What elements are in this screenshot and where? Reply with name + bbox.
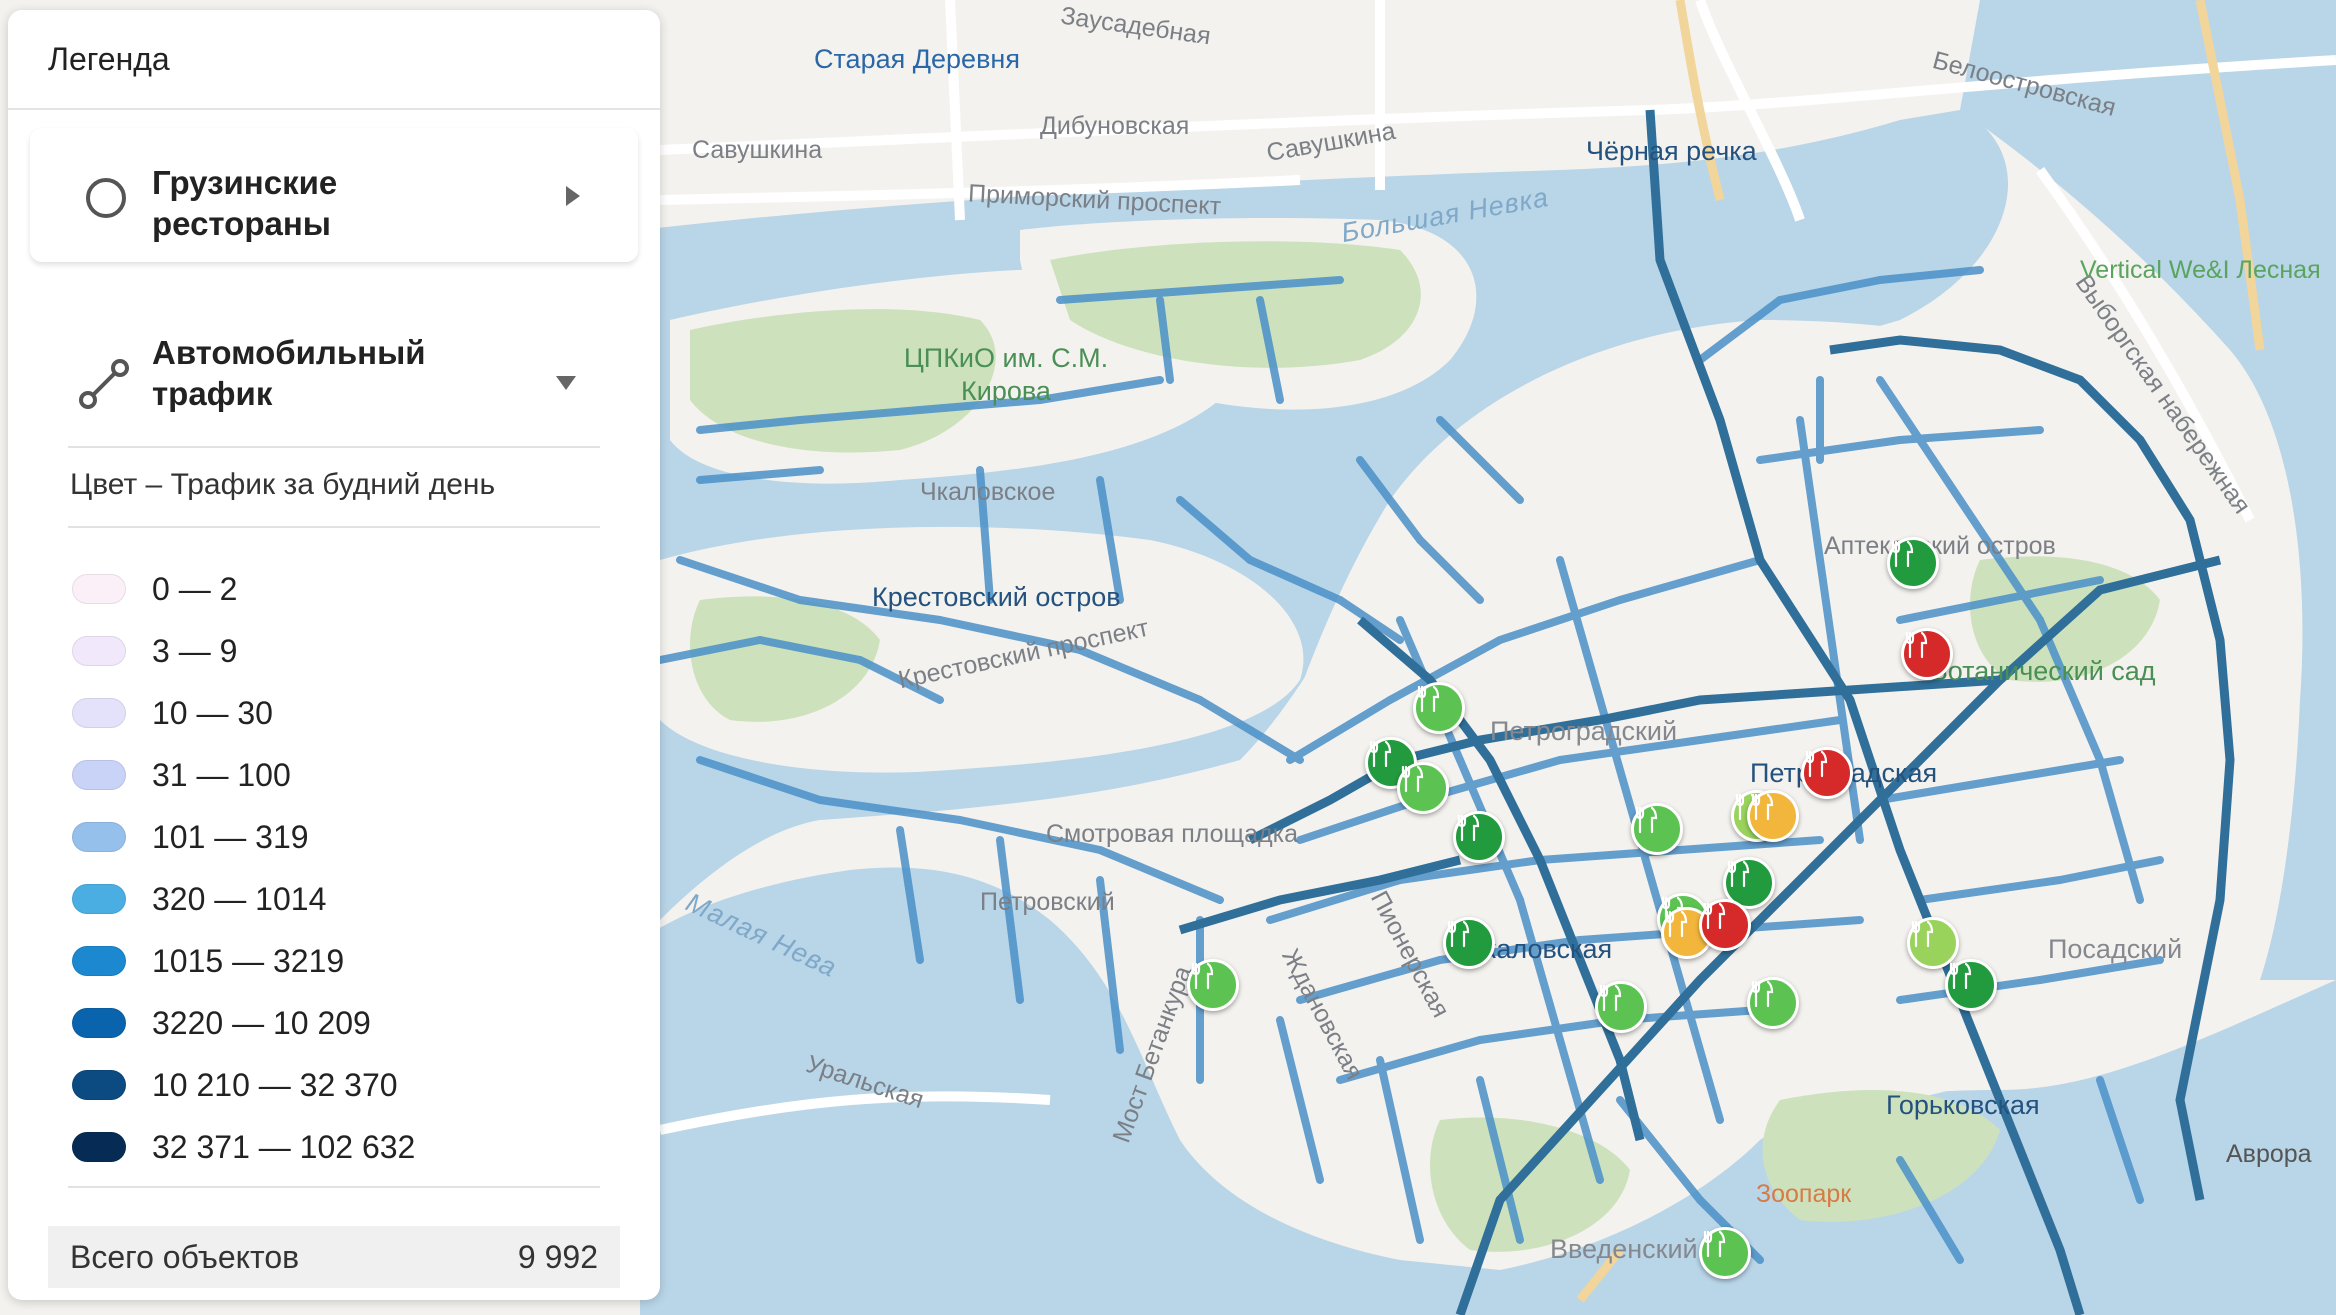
restaurant-marker[interactable] [1747,977,1799,1029]
legend-bin: 10 — 30 [72,682,415,744]
fork-knife-icon [1805,750,1828,778]
restaurant-marker[interactable] [1413,682,1465,734]
fork-knife-icon [1949,962,1972,990]
fork-knife-icon [1457,814,1480,842]
circle-icon [86,178,126,218]
fork-knife-icon [1703,1230,1726,1258]
layer-car-traffic[interactable]: Автомобильный трафик [8,318,660,448]
fork-knife-icon [1751,980,1774,1008]
chevron-right-icon[interactable] [566,186,580,206]
layer-georgian-restaurants[interactable]: Грузинские рестораны [30,128,638,262]
legend-swatch [72,574,126,604]
total-row: Всего объектов 9 992 [48,1226,620,1288]
fork-knife-icon [1447,920,1470,948]
fork-knife-icon [1369,740,1392,768]
fork-knife-icon [1751,793,1774,821]
restaurant-marker[interactable] [1801,747,1853,799]
legend-swatch [72,1070,126,1100]
legend-swatch [72,1008,126,1038]
layer-title: Грузинские рестораны [152,164,338,242]
restaurant-marker[interactable] [1187,959,1239,1011]
restaurant-marker[interactable] [1631,803,1683,855]
legend-panel: Легенда Грузинские рестораны Автомобильн… [8,10,660,1300]
layer-title: Автомобильный трафик [152,334,426,412]
legend-bin-label: 320 — 1014 [152,880,327,917]
legend-swatch [72,946,126,976]
legend-bin-label: 1015 — 3219 [152,942,345,979]
legend-bin-label: 3220 — 10 209 [152,1004,371,1041]
legend-bin: 0 — 2 [72,558,415,620]
divider [68,1186,600,1188]
total-value: 9 992 [517,1238,598,1275]
restaurant-marker[interactable] [1747,790,1799,842]
legend-bin: 320 — 1014 [72,868,415,930]
legend-swatch [72,636,126,666]
total-label: Всего объектов [70,1238,300,1275]
legend-title: Легенда [8,10,660,110]
legend-bin: 3220 — 10 209 [72,992,415,1054]
restaurant-marker[interactable] [1699,1227,1751,1279]
legend-bin: 31 — 100 [72,744,415,806]
fork-knife-icon [1905,631,1928,659]
fork-knife-icon [1635,806,1658,834]
legend-swatch [72,1132,126,1162]
fork-knife-icon [1417,685,1440,713]
legend-bin-label: 31 — 100 [152,756,291,793]
legend-bin-label: 32 371 — 102 632 [152,1128,416,1165]
fork-knife-icon [1727,860,1750,888]
restaurant-marker[interactable] [1887,537,1939,589]
legend-bin-label: 101 — 319 [152,818,309,855]
legend-swatch [72,822,126,852]
fork-knife-icon [1599,984,1622,1012]
fork-knife-icon [1191,962,1214,990]
divider [68,526,600,528]
color-scale: 0 — 2 3 — 9 10 — 30 31 — 100 101 — 319 320 — … [72,558,415,1178]
legend-bin: 3 — 9 [72,620,415,682]
legend-bin-label: 0 — 2 [152,570,238,607]
fork-knife-icon [1401,765,1424,793]
legend-swatch [72,760,126,790]
divider [68,446,600,448]
fork-knife-icon [1703,902,1726,930]
restaurant-marker[interactable] [1595,981,1647,1033]
color-caption: Цвет – Трафик за будний день [70,468,496,501]
restaurant-marker[interactable] [1945,959,1997,1011]
legend-swatch [72,884,126,914]
fork-knife-icon [1665,910,1688,938]
restaurant-marker[interactable] [1443,917,1495,969]
legend-bin: 1015 — 3219 [72,930,415,992]
restaurant-marker[interactable] [1699,899,1751,951]
legend-bin: 32 371 — 102 632 [72,1116,415,1178]
legend-bin-label: 3 — 9 [152,632,238,669]
line-icon [79,359,129,409]
restaurant-marker[interactable] [1397,762,1449,814]
fork-knife-icon [1911,920,1934,948]
legend-bin-label: 10 210 — 32 370 [152,1066,398,1103]
restaurant-marker[interactable] [1901,628,1953,680]
restaurant-marker[interactable] [1453,811,1505,863]
legend-bin: 101 — 319 [72,806,415,868]
fork-knife-icon [1891,540,1914,568]
legend-bin-label: 10 — 30 [152,694,273,731]
legend-swatch [72,698,126,728]
legend-bin: 10 210 — 32 370 [72,1054,415,1116]
chevron-down-icon[interactable] [556,376,576,390]
